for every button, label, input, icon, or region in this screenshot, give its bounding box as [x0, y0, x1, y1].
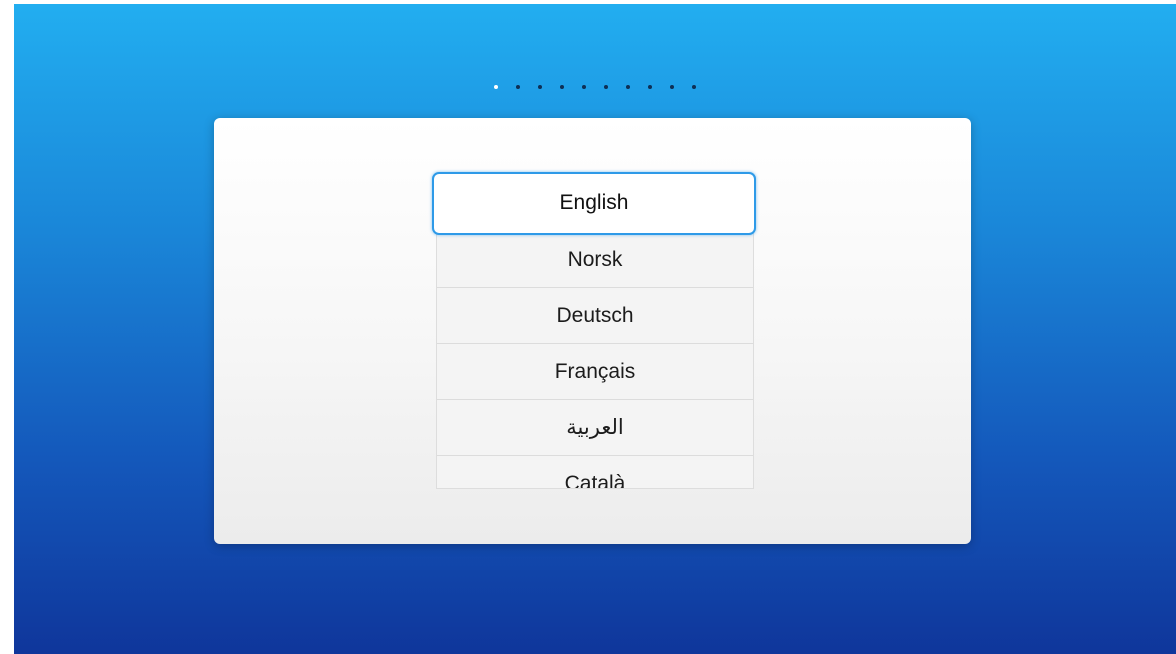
language-option-arabic[interactable]: العربية [437, 400, 753, 456]
page-dot [692, 85, 696, 89]
language-selection-card: English Norsk Deutsch Français العربية C… [214, 118, 971, 544]
page-indicator [14, 85, 1176, 93]
language-option-english[interactable]: English [437, 176, 753, 232]
language-option-catala[interactable]: Català [437, 456, 753, 488]
setup-screen: English Norsk Deutsch Français العربية C… [14, 4, 1176, 654]
page-dot [604, 85, 608, 89]
language-option-deutsch[interactable]: Deutsch [437, 288, 753, 344]
page-dot [560, 85, 564, 89]
language-list[interactable]: English Norsk Deutsch Français العربية C… [436, 176, 754, 489]
page-dot [494, 85, 498, 89]
language-option-francais[interactable]: Français [437, 344, 753, 400]
page-dot [648, 85, 652, 89]
page-dot [516, 85, 520, 89]
page-dot [538, 85, 542, 89]
page-dot [670, 85, 674, 89]
page-dot [626, 85, 630, 89]
page-dot [582, 85, 586, 89]
language-option-norsk[interactable]: Norsk [437, 232, 753, 288]
